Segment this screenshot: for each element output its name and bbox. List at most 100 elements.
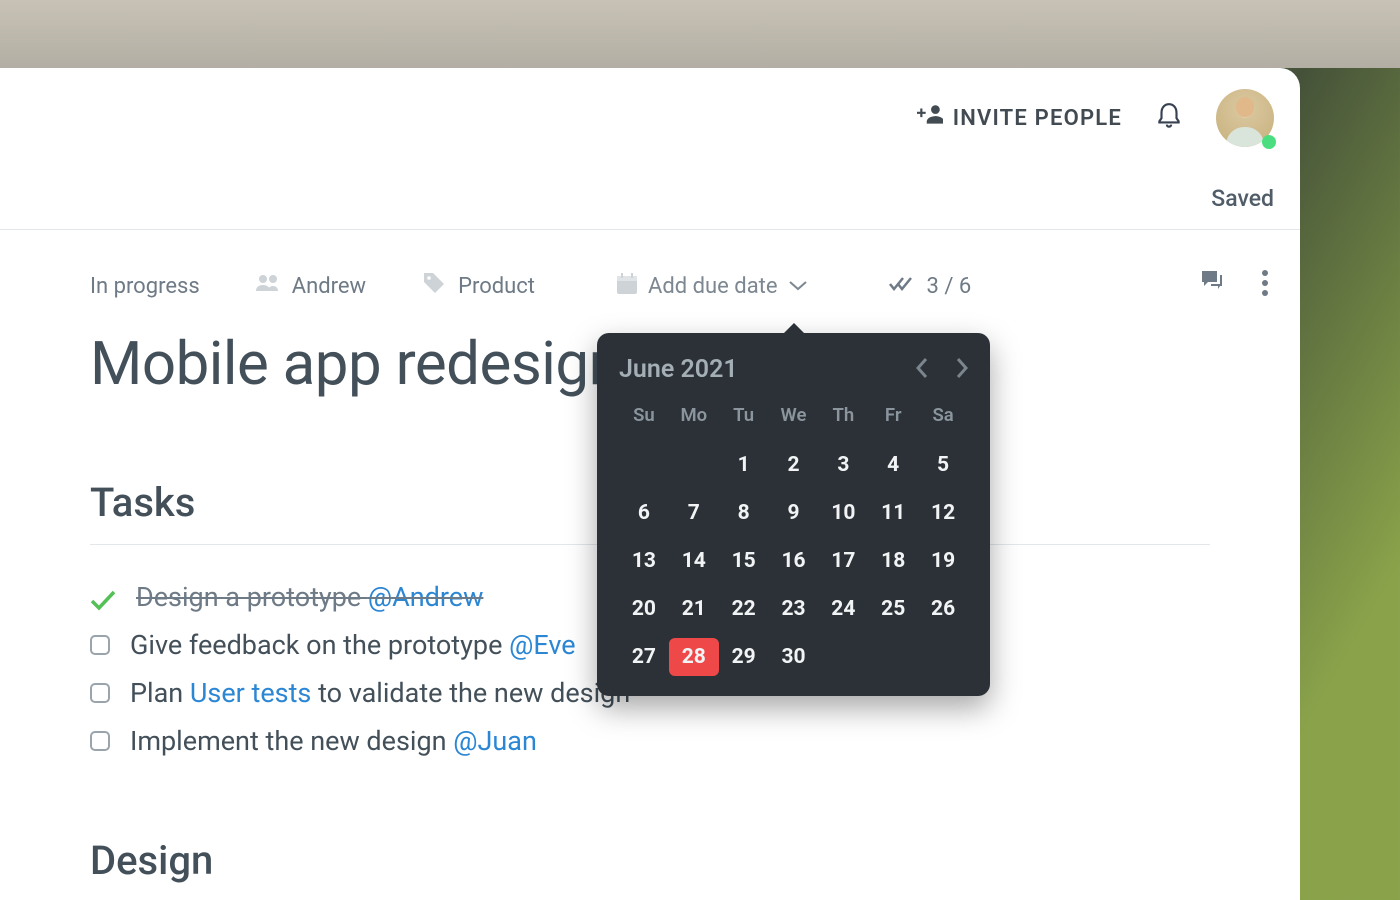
- invite-people-label: INVITE PEOPLE: [953, 106, 1122, 131]
- calendar-day-cell[interactable]: 8: [719, 494, 769, 532]
- task-checkbox[interactable]: [90, 683, 110, 703]
- task-text[interactable]: Give feedback on the prototype @Eve: [130, 629, 576, 661]
- background-band: [0, 0, 1400, 68]
- calendar-popover: June 2021 SuMoTuWeThFrSa1234567891011121…: [597, 333, 990, 696]
- calendar-next-button[interactable]: [956, 358, 968, 381]
- dot-icon: [1262, 280, 1268, 286]
- calendar-day-cell[interactable]: 14: [669, 542, 719, 580]
- chevron-down-icon: [788, 276, 808, 296]
- calendar-day-cell[interactable]: 6: [619, 494, 669, 532]
- calendar-prev-button[interactable]: [916, 358, 928, 381]
- task-text-part: to validate the new design: [311, 677, 630, 709]
- invite-people-button[interactable]: INVITE PEOPLE: [917, 104, 1122, 132]
- task-text[interactable]: Implement the new design @Juan: [130, 725, 537, 757]
- calendar-day-cell[interactable]: 12: [918, 494, 968, 532]
- popover-arrow: [783, 323, 805, 334]
- check-icon[interactable]: [90, 586, 116, 608]
- status-field[interactable]: In progress: [90, 274, 200, 299]
- presence-indicator: [1262, 135, 1276, 149]
- tag-field[interactable]: Product: [422, 272, 535, 300]
- calendar-dow: Fr: [868, 398, 918, 436]
- bell-icon: [1156, 101, 1182, 135]
- calendar-day-cell[interactable]: 17: [818, 542, 868, 580]
- document-meta-row: In progress Andrew Product Add due date: [90, 266, 1210, 306]
- task-mention[interactable]: @Eve: [509, 629, 575, 661]
- calendar-day-cell[interactable]: 28: [669, 638, 719, 676]
- assignee-label: Andrew: [292, 274, 366, 299]
- due-date-button[interactable]: Add due date: [601, 266, 823, 306]
- calendar-day-cell[interactable]: 13: [619, 542, 669, 580]
- calendar-day-cell[interactable]: 3: [818, 446, 868, 484]
- tag-label: Product: [458, 274, 535, 299]
- double-check-icon: [889, 275, 915, 297]
- top-bar: INVITE PEOPLE: [0, 68, 1300, 168]
- dot-icon: [1262, 290, 1268, 296]
- calendar-dow: Th: [818, 398, 868, 436]
- task-text[interactable]: Design a prototype @Andrew: [136, 581, 483, 613]
- calendar-dow: Tu: [719, 398, 769, 436]
- tag-icon: [422, 272, 446, 300]
- calendar-grid: SuMoTuWeThFrSa12345678910111213141516171…: [619, 398, 968, 676]
- calendar-day-cell[interactable]: 29: [719, 638, 769, 676]
- more-menu-button[interactable]: [1258, 266, 1272, 300]
- due-date-label: Add due date: [648, 274, 778, 299]
- calendar-icon: [616, 273, 638, 299]
- chevron-left-icon: [916, 366, 928, 381]
- calendar-empty-cell: [619, 446, 669, 484]
- task-text-part: Design a prototype: [136, 581, 368, 613]
- calendar-day-cell[interactable]: 18: [868, 542, 918, 580]
- calendar-day-cell[interactable]: 19: [918, 542, 968, 580]
- calendar-day-cell[interactable]: 23: [769, 590, 819, 628]
- calendar-dow: Sa: [918, 398, 968, 436]
- calendar-day-cell[interactable]: 22: [719, 590, 769, 628]
- task-mention[interactable]: @Andrew: [368, 581, 484, 613]
- calendar-dow: Su: [619, 398, 669, 436]
- calendar-day-cell[interactable]: 5: [918, 446, 968, 484]
- calendar-day-cell[interactable]: 21: [669, 590, 719, 628]
- people-icon: [256, 272, 280, 300]
- status-label: In progress: [90, 274, 200, 299]
- chevron-right-icon: [956, 366, 968, 381]
- calendar-header: June 2021: [619, 355, 968, 384]
- calendar-day-cell[interactable]: 20: [619, 590, 669, 628]
- task-progress-label: 3 / 6: [927, 274, 972, 299]
- calendar-day-cell[interactable]: 16: [769, 542, 819, 580]
- assignee-field[interactable]: Andrew: [256, 272, 366, 300]
- person-add-icon: [917, 104, 943, 132]
- design-heading[interactable]: Design: [90, 837, 1210, 900]
- task-text-part: Implement the new design: [130, 725, 453, 757]
- task-mention[interactable]: @Juan: [453, 725, 537, 757]
- document-actions: [1200, 266, 1272, 300]
- calendar-day-cell[interactable]: 9: [769, 494, 819, 532]
- task-text-part: Plan: [130, 677, 190, 709]
- calendar-month-label: June 2021: [619, 355, 738, 384]
- calendar-day-cell[interactable]: 2: [769, 446, 819, 484]
- calendar-day-cell[interactable]: 4: [868, 446, 918, 484]
- calendar-day-cell[interactable]: 26: [918, 590, 968, 628]
- calendar-dow: We: [769, 398, 819, 436]
- calendar-day-cell[interactable]: 27: [619, 638, 669, 676]
- calendar-day-cell[interactable]: 15: [719, 542, 769, 580]
- task-text-part: Give feedback on the prototype: [130, 629, 509, 661]
- task-checkbox[interactable]: [90, 731, 110, 751]
- save-status-label: Saved: [1211, 185, 1274, 212]
- calendar-dow: Mo: [669, 398, 719, 436]
- notifications-button[interactable]: [1156, 101, 1182, 135]
- calendar-day-cell[interactable]: 10: [818, 494, 868, 532]
- task-checkbox[interactable]: [90, 635, 110, 655]
- dot-icon: [1262, 270, 1268, 276]
- calendar-day-cell[interactable]: 30: [769, 638, 819, 676]
- calendar-day-cell[interactable]: 11: [868, 494, 918, 532]
- calendar-day-cell[interactable]: 7: [669, 494, 719, 532]
- calendar-day-cell[interactable]: 24: [818, 590, 868, 628]
- task-item: Implement the new design @Juan: [90, 717, 1210, 765]
- comments-icon[interactable]: [1200, 270, 1224, 296]
- calendar-empty-cell: [669, 446, 719, 484]
- task-text[interactable]: Plan User tests to validate the new desi…: [130, 677, 630, 709]
- calendar-day-cell[interactable]: 25: [868, 590, 918, 628]
- save-status-row: Saved: [0, 168, 1300, 230]
- user-avatar[interactable]: [1216, 89, 1274, 147]
- calendar-day-cell[interactable]: 1: [719, 446, 769, 484]
- calendar-nav: [916, 358, 968, 381]
- task-link[interactable]: User tests: [190, 677, 311, 709]
